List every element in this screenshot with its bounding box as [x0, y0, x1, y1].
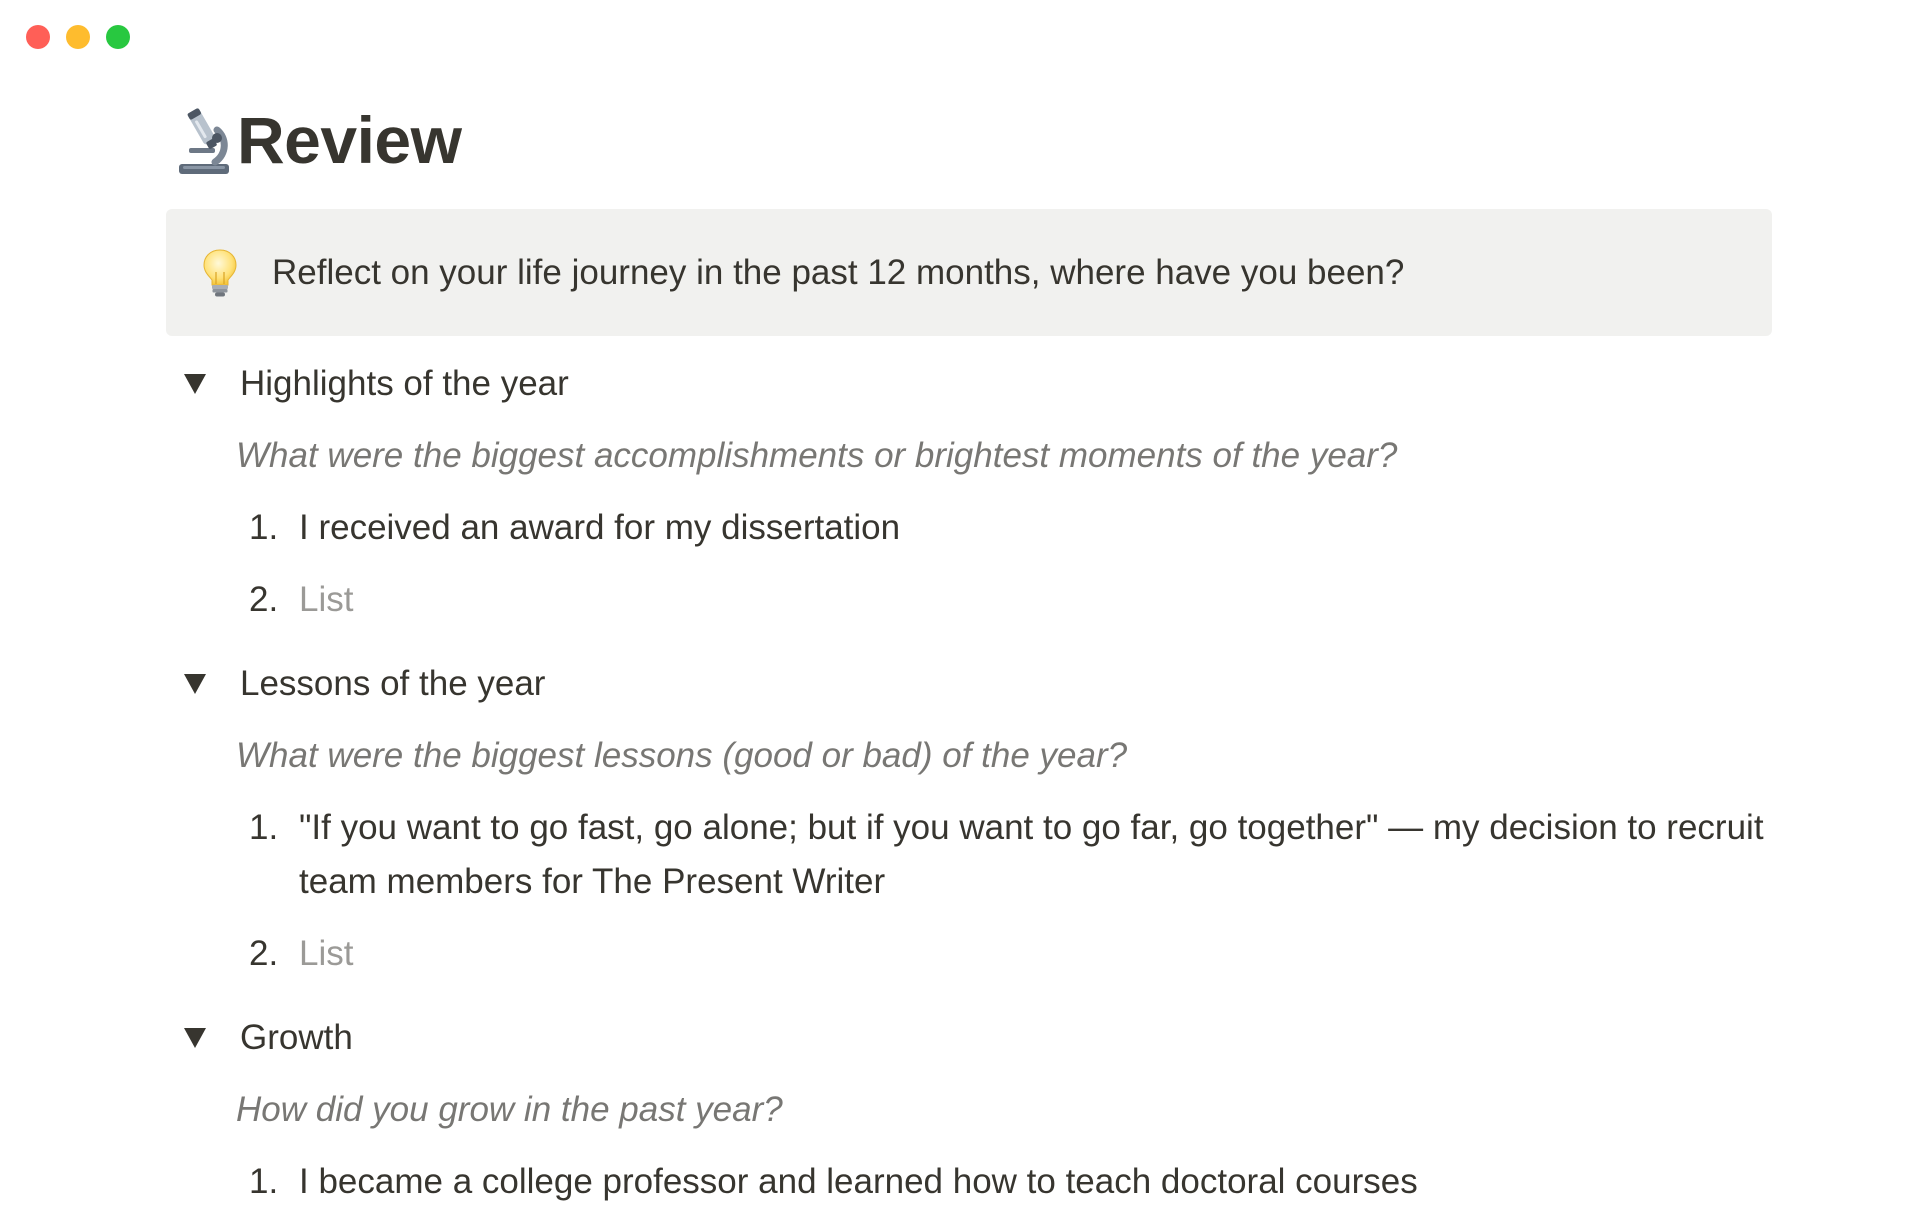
callout-block[interactable]: Reflect on your life journey in the past… — [166, 209, 1772, 336]
toggle-content: What were the biggest lessons (good or b… — [236, 720, 1772, 990]
prompt-text[interactable]: What were the biggest accomplishments or… — [236, 420, 1772, 492]
list-number: 1. — [249, 808, 279, 847]
callout-text[interactable]: Reflect on your life journey in the past… — [272, 253, 1404, 293]
toggle-label[interactable]: Growth — [240, 1018, 353, 1058]
toggle-content: What were the biggest accomplishments or… — [236, 420, 1772, 636]
zoom-window-button[interactable] — [106, 25, 130, 49]
toggle-label[interactable]: Lessons of the year — [240, 664, 545, 704]
list-item-text[interactable]: "If you want to go fast, go alone; but i… — [299, 801, 1769, 909]
toggle-label[interactable]: Highlights of the year — [240, 364, 569, 404]
list-item-text[interactable]: I received an award for my dissertation — [299, 501, 1769, 555]
list-item[interactable]: 1. "If you want to go fast, go alone; bu… — [249, 792, 1772, 918]
light-bulb-icon — [203, 248, 237, 296]
list-item[interactable]: 2. List — [249, 564, 1772, 636]
list-item[interactable]: 1. I received an award for my dissertati… — [249, 492, 1772, 564]
list-item-text[interactable]: I became a college professor and learned… — [299, 1155, 1769, 1209]
toggle-content: How did you grow in the past year? 1. I … — [236, 1074, 1772, 1218]
window-controls — [26, 25, 130, 49]
list-number: 2. — [249, 580, 279, 619]
page-title[interactable]: Review — [237, 107, 462, 173]
toggle-highlights[interactable]: Highlights of the year — [184, 348, 1772, 420]
toggle-caret-icon[interactable] — [184, 674, 206, 694]
page-content: Review Reflect on your life journey in t… — [166, 90, 1772, 1218]
list-number: 1. — [249, 1162, 279, 1201]
toggle-caret-icon[interactable] — [184, 374, 206, 394]
prompt-text[interactable]: What were the biggest lessons (good or b… — [236, 720, 1772, 792]
page-header: Review — [175, 90, 1772, 190]
list-item-text[interactable]: List — [299, 573, 1769, 627]
minimize-window-button[interactable] — [66, 25, 90, 49]
toggle-lessons[interactable]: Lessons of the year — [184, 648, 1772, 720]
list-item[interactable]: 2. List — [249, 918, 1772, 990]
list-number: 1. — [249, 508, 279, 547]
prompt-text[interactable]: How did you grow in the past year? — [236, 1074, 1772, 1146]
microscope-icon[interactable] — [175, 104, 233, 176]
close-window-button[interactable] — [26, 25, 50, 49]
list-number: 2. — [249, 934, 279, 973]
list-item-text[interactable]: List — [299, 927, 1769, 981]
toggle-caret-icon[interactable] — [184, 1028, 206, 1048]
toggle-growth[interactable]: Growth — [184, 1002, 1772, 1074]
list-item[interactable]: 1. I became a college professor and lear… — [249, 1146, 1772, 1218]
